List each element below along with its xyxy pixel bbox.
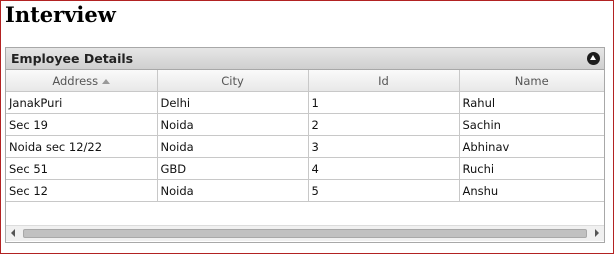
cell-id: 4 — [308, 157, 460, 180]
table-row[interactable]: Noida sec 12/22 Noida 3 Abhinav — [6, 135, 604, 158]
sort-ascending-icon — [102, 78, 111, 84]
column-header-label: City — [221, 73, 244, 88]
cell-address: Sec 51 — [6, 157, 158, 180]
cell-address: Sec 12 — [6, 179, 158, 202]
cell-city: Noida — [157, 135, 309, 158]
cell-city: Noida — [157, 179, 309, 202]
table-row[interactable]: Sec 51 GBD 4 Ruchi — [6, 157, 604, 180]
collapse-up-icon[interactable] — [587, 52, 600, 65]
column-header-address[interactable]: Address — [6, 70, 158, 92]
cell-id: 2 — [308, 113, 460, 136]
cell-id: 5 — [308, 179, 460, 202]
table-row[interactable]: JanakPuri Delhi 1 Rahul — [6, 91, 604, 114]
column-header-label: Name — [514, 73, 549, 88]
column-header-id[interactable]: Id — [308, 70, 460, 92]
column-header-row: Address City Id Name — [6, 70, 604, 92]
column-header-city[interactable]: City — [157, 70, 309, 92]
cell-address: Sec 19 — [6, 113, 158, 136]
table-row[interactable]: Sec 12 Noida 5 Anshu — [6, 179, 604, 202]
cell-id: 3 — [308, 135, 460, 158]
column-header-name[interactable]: Name — [459, 70, 604, 92]
cell-address: JanakPuri — [6, 91, 158, 114]
table-row[interactable]: Sec 19 Noida 2 Sachin — [6, 113, 604, 136]
page-title: Interview — [5, 2, 116, 27]
cell-id: 1 — [308, 91, 460, 114]
cell-name: Anshu — [459, 179, 604, 202]
cell-city: GBD — [157, 157, 309, 180]
cell-name: Rahul — [459, 91, 604, 114]
cell-name: Ruchi — [459, 157, 604, 180]
employee-grid: Employee Details Address City Id Name Ja… — [5, 47, 605, 243]
column-header-label: Address — [52, 73, 99, 88]
scrollbar-thumb[interactable] — [23, 229, 587, 238]
grid-title: Employee Details — [11, 51, 134, 66]
cell-address: Noida sec 12/22 — [6, 135, 158, 158]
employee-table: Address City Id Name JanakPuri Delhi 1 R… — [6, 70, 604, 202]
scroll-right-icon[interactable] — [595, 229, 599, 237]
column-header-label: Id — [378, 73, 389, 88]
scroll-left-icon[interactable] — [11, 229, 15, 237]
cell-name: Sachin — [459, 113, 604, 136]
cell-city: Delhi — [157, 91, 309, 114]
cell-city: Noida — [157, 113, 309, 136]
horizontal-scrollbar[interactable] — [6, 225, 604, 241]
cell-name: Abhinav — [459, 135, 604, 158]
grid-header: Employee Details — [6, 48, 604, 70]
